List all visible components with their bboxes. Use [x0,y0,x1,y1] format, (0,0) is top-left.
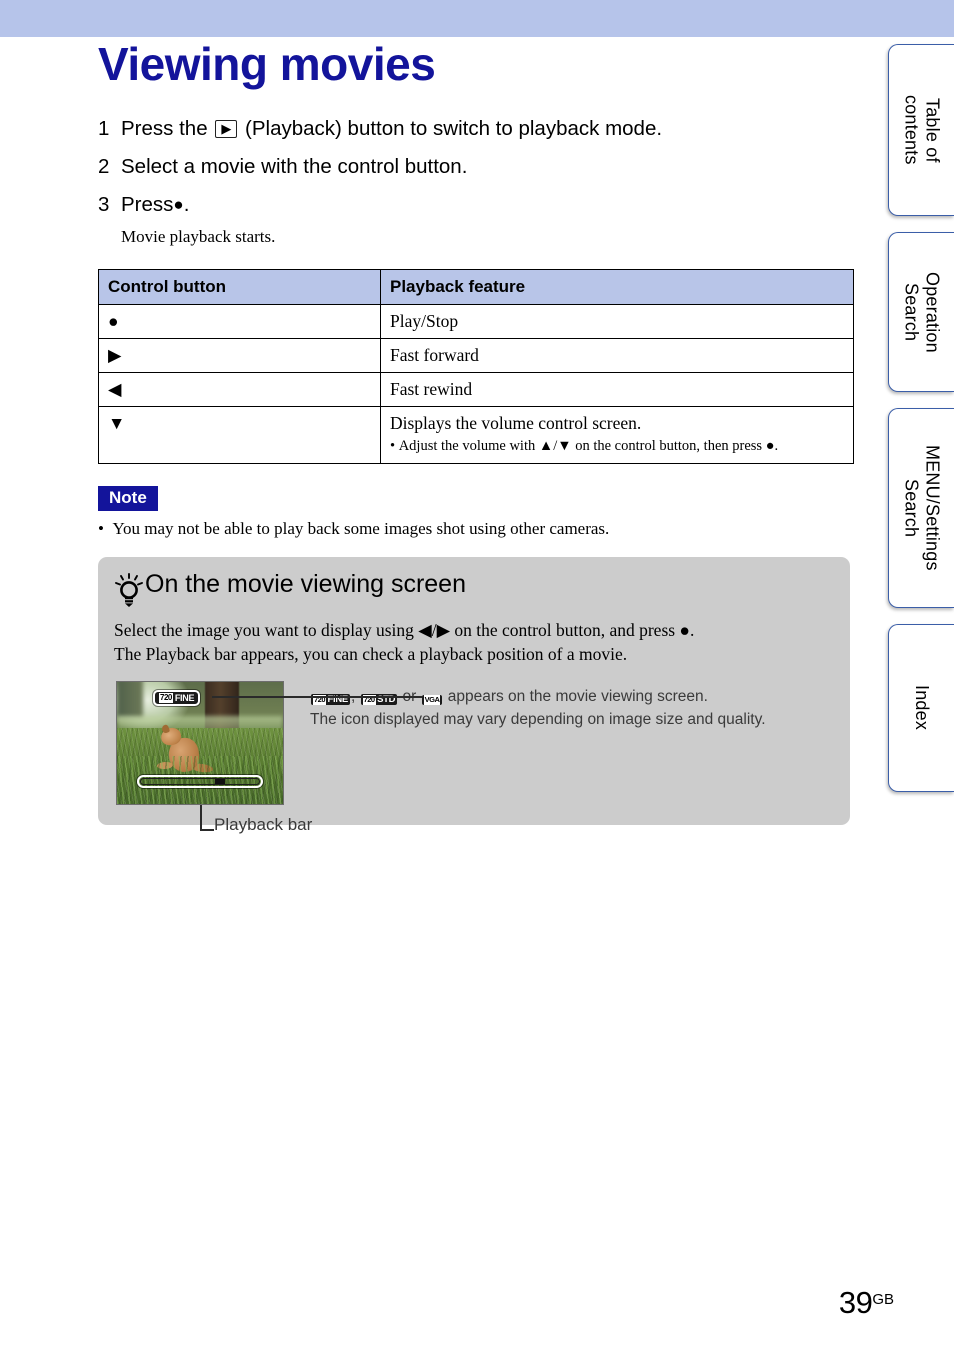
playback-bar-position-marker [214,778,225,784]
sidebar-tab-menu-settings-search[interactable]: MENU/Settings Search [888,408,954,608]
sidebar-tab-table-of-contents[interactable]: Table of contents [888,44,954,216]
table-row: ● Play/Stop [98,304,854,340]
table-header-control-button: Control button [98,269,381,306]
step-item-1: 1 Press the ▶ (Playback) button to switc… [98,116,858,142]
quality-badge-icon: 720 FINE [153,689,201,706]
step-subnote: Movie playback starts. [121,227,276,247]
step-number: 1 [98,117,110,141]
leader-line-playback-horizontal [200,828,214,831]
quality-badge-quality: FINE [174,692,195,703]
leader-line-badge [212,695,422,698]
quality-badge-size: 720 [159,692,173,703]
table-cell-feature-main: Displays the volume control screen. [390,413,642,434]
playback-button-icon: ▶ [215,120,238,139]
center-button-glyph: ● [98,304,381,340]
table-cell-feature: Fast forward [380,338,854,374]
sidebar-tab-label: Operation Search [901,271,943,353]
tip-paragraph-line-1: Select the image you want to display usi… [114,620,695,641]
down-arrow-glyph: ▼ [98,406,381,464]
page-title: Viewing movies [98,38,436,90]
figure-area: 720 FINE Playback bar 720 FINE 720 STD o… [98,680,850,834]
note-item: • You may not be able to play back some … [98,519,610,539]
playback-bar [137,774,263,788]
leader-line-playback-vertical [200,804,202,831]
tip-box: On the movie viewing screen Select the i… [98,557,850,834]
step-text-after: (Playback) button to switch to playback … [245,117,663,141]
table-cell-feature: Play/Stop [380,304,854,340]
background-blur-shape [117,681,143,718]
movie-screen-thumbnail: 720 FINE [116,680,284,805]
quality-badge-vga-icon: VGA [421,694,443,705]
sidebar-tab-label: Table of contents [901,95,943,165]
playback-bar-caption: Playback bar [214,814,313,834]
note-badge: Note [98,485,158,512]
control-button-table: Control button Playback feature ● Play/S… [98,269,854,464]
step-item-2: 2 Select a movie with the control button… [98,154,858,180]
main-content: Viewing movies 1 Press the ▶ (Playback) … [98,38,858,834]
step-text: Press the ▶ (Playback) button to switch … [121,116,858,142]
table-cell-feature: Fast rewind [380,372,854,408]
table-row: ▶ Fast forward [98,338,854,374]
table-row: ◀ Fast rewind [98,372,854,408]
table-row: ▼ Displays the volume control screen. • … [98,406,854,464]
top-banner [0,0,954,37]
sidebar-tab-label: MENU/Settings Search [901,445,943,571]
sidebar-tab-index[interactable]: Index [888,624,954,792]
table-cell-feature: Displays the volume control screen. • Ad… [380,406,854,464]
step-text-before: Press the [121,117,208,141]
tip-title: On the movie viewing screen [145,570,466,599]
page-number-suffix: GB [872,1291,894,1308]
page-number: 39GB [839,1285,894,1321]
steps-list: 1 Press the ▶ (Playback) button to switc… [98,116,858,247]
table-cell-feature-sub: • Adjust the volume with ▲/▼ on the cont… [390,438,779,455]
step-text: Press●. [121,192,858,218]
figure-caption-line-2: The icon displayed may vary depending on… [310,710,766,728]
step-number: 3 [98,192,110,216]
right-arrow-glyph: ▶ [98,338,381,374]
page-number-value: 39 [838,1285,873,1320]
step-number: 2 [98,154,110,178]
sidebar-tab-label: Index [912,685,933,731]
thumbnail-wrapper: 720 FINE Playback bar [116,680,422,834]
step-text-after: . [183,192,190,216]
tip-paragraph: Select the image you want to display usi… [98,619,850,666]
lightbulb-icon [115,573,143,608]
note-block: Note • You may not be able to play back … [98,485,858,540]
table-header-row: Control button Playback feature [98,269,854,306]
step-text-before: Press [121,192,174,216]
table-header-playback-feature: Playback feature [380,269,854,306]
tip-header: On the movie viewing screen [98,570,850,608]
left-arrow-glyph: ◀ [98,372,381,408]
center-button-icon: ● [173,194,184,214]
tip-paragraph-line-2: The Playback bar appears, you can check … [114,644,628,665]
playback-bar-track [140,777,260,785]
sidebar-tab-operation-search[interactable]: Operation Search [888,232,954,392]
step-text: Select a movie with the control button. [121,154,468,178]
step-item-3: 3 Press●. [98,192,858,218]
figure-caption-tail: appears on the movie viewing screen. [447,687,708,705]
figure-caption: 720 FINE , 720 STD or VGA appears on the… [310,685,766,732]
